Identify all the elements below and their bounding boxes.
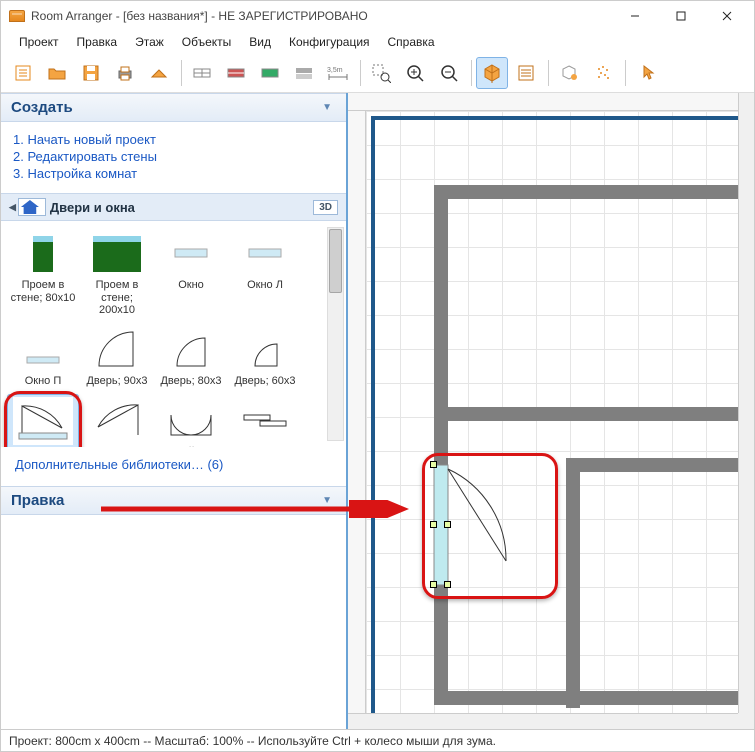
toolbar-sep	[181, 60, 182, 86]
scrollbar-vertical[interactable]	[738, 93, 754, 713]
back-icon[interactable]: ◀	[9, 202, 16, 213]
window-controls	[612, 2, 750, 30]
item-window-l[interactable]: Окно Л	[229, 227, 301, 319]
ruler-vertical	[348, 111, 366, 729]
wall[interactable]	[566, 458, 580, 708]
tool-walls3[interactable]	[254, 57, 286, 89]
menubar: Проект Правка Этаж Объекты Вид Конфигура…	[1, 31, 754, 53]
item-window-p[interactable]: Окно П	[7, 323, 79, 390]
app-window: Room Arranger - [без названия*] - НЕ ЗАР…	[0, 0, 755, 752]
tool-3d-view[interactable]	[476, 57, 508, 89]
placed-door[interactable]	[430, 461, 550, 591]
item-window[interactable]: Окно	[155, 227, 227, 319]
library-items: Проем в стене; 80x10 Проем в стене; 200x…	[7, 227, 346, 447]
library-panel: Проем в стене; 80x10 Проем в стене; 200x…	[1, 221, 346, 447]
menu-project[interactable]: Проект	[11, 34, 67, 50]
3d-toggle-button[interactable]: 3D	[313, 200, 338, 215]
item-door-2l[interactable]: Дверь 2Л	[7, 394, 79, 447]
item-door-2p[interactable]: Дверь 2П	[81, 394, 153, 447]
tool-cube[interactable]	[553, 57, 585, 89]
panel-edit-title: Правка	[11, 492, 64, 509]
scrollbar-corner	[738, 713, 754, 729]
toolbar-sep	[471, 60, 472, 86]
tool-save[interactable]	[75, 57, 107, 89]
canvas-area	[348, 93, 754, 729]
titlebar: Room Arranger - [без названия*] - НЕ ЗАР…	[1, 1, 754, 31]
menu-view[interactable]: Вид	[241, 34, 279, 50]
tool-walls4[interactable]	[288, 57, 320, 89]
collapse-icon: ▼	[322, 102, 332, 113]
more-libraries-link[interactable]: Дополнительные библиотеки… (6)	[1, 447, 346, 486]
panel-doors-title: Двери и окна	[50, 200, 135, 215]
panel-doors-header[interactable]: ◀ Двери и окна 3D	[1, 193, 346, 221]
wall[interactable]	[434, 691, 754, 705]
tool-open[interactable]	[41, 57, 73, 89]
close-button[interactable]	[704, 2, 750, 30]
toolbar-sep	[360, 60, 361, 86]
wall[interactable]	[434, 407, 754, 421]
resize-handle[interactable]	[430, 521, 437, 528]
resize-handle[interactable]	[430, 461, 437, 468]
tool-pointer[interactable]	[630, 57, 662, 89]
main-area: Создать ▼ 1. Начать новый проект 2. Реда…	[1, 93, 754, 729]
minimize-button[interactable]	[612, 2, 658, 30]
menu-config[interactable]: Конфигурация	[281, 34, 378, 50]
tool-measure[interactable]: 3,5m	[322, 57, 354, 89]
floor-canvas[interactable]	[366, 111, 754, 729]
status-text: Проект: 800cm x 400cm -- Масштаб: 100% -…	[9, 734, 496, 748]
item-wall-opening-200[interactable]: Проем в стене; 200x10	[81, 227, 153, 319]
toolbar: 3,5m	[1, 53, 754, 93]
wall[interactable]	[434, 185, 448, 705]
scroll-thumb[interactable]	[329, 229, 342, 293]
maximize-button[interactable]	[658, 2, 704, 30]
item-wall-opening-80[interactable]: Проем в стене; 80x10	[7, 227, 79, 319]
statusbar: Проект: 800cm x 400cm -- Масштаб: 100% -…	[1, 729, 754, 751]
menu-floor[interactable]: Этаж	[127, 34, 172, 50]
item-door-60[interactable]: Дверь; 60x3	[229, 323, 301, 390]
tool-new[interactable]	[7, 57, 39, 89]
collapse-icon: ▼	[322, 495, 332, 506]
tool-walls1[interactable]	[186, 57, 218, 89]
tool-zoom-region[interactable]	[365, 57, 397, 89]
menu-objects[interactable]: Объекты	[174, 34, 240, 50]
item-sliding-door[interactable]: Скользящая дверь 1	[229, 394, 301, 447]
library-scrollbar[interactable]	[327, 227, 344, 441]
svg-text:3,5m: 3,5m	[327, 67, 343, 74]
tool-zoom-in[interactable]	[399, 57, 431, 89]
panel-create-header[interactable]: Создать ▼	[1, 93, 346, 122]
menu-edit[interactable]: Правка	[69, 34, 126, 50]
wall[interactable]	[434, 185, 754, 199]
toolbar-sep	[548, 60, 549, 86]
panel-create-title: Создать	[11, 99, 73, 116]
item-double-door[interactable]: Двойная дверь	[155, 394, 227, 447]
resize-handle[interactable]	[444, 581, 451, 588]
item-door-80[interactable]: Дверь; 80x3	[155, 323, 227, 390]
item-door-90[interactable]: Дверь; 90x3	[81, 323, 153, 390]
create-step-1[interactable]: 1. Начать новый проект	[13, 132, 334, 147]
panel-create-body: 1. Начать новый проект 2. Редактировать …	[1, 122, 346, 193]
app-icon	[9, 10, 25, 22]
create-step-3[interactable]: 3. Настройка комнат	[13, 166, 334, 181]
resize-handle[interactable]	[444, 521, 451, 528]
scrollbar-horizontal[interactable]	[348, 713, 738, 729]
sidebar: Создать ▼ 1. Начать новый проект 2. Реда…	[1, 93, 348, 729]
tool-spray[interactable]	[587, 57, 619, 89]
tool-print[interactable]	[109, 57, 141, 89]
tool-zoom-out[interactable]	[433, 57, 465, 89]
create-step-2[interactable]: 2. Редактировать стены	[13, 149, 334, 164]
wall[interactable]	[566, 458, 754, 472]
toolbar-sep	[625, 60, 626, 86]
tool-list[interactable]	[510, 57, 542, 89]
panel-edit-header[interactable]: Правка ▼	[1, 486, 346, 515]
resize-handle[interactable]	[430, 581, 437, 588]
menu-help[interactable]: Справка	[380, 34, 443, 50]
ruler-horizontal	[348, 93, 754, 111]
window-title: Room Arranger - [без названия*] - НЕ ЗАР…	[31, 9, 368, 23]
tool-export[interactable]	[143, 57, 175, 89]
home-icon[interactable]	[18, 198, 46, 216]
tool-walls2[interactable]	[220, 57, 252, 89]
